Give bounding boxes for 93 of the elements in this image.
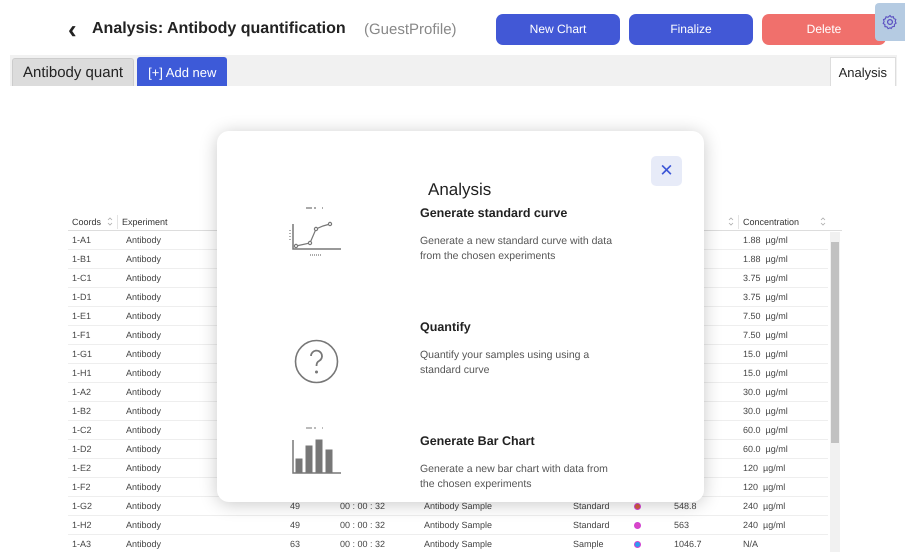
profile-label: (GuestProfile) <box>364 20 458 38</box>
table-cell-text: Antibody <box>125 330 162 340</box>
table-cell-text: 1-A2 <box>71 387 92 397</box>
table-cell-text: Antibody <box>125 406 162 416</box>
tab[interactable]: Antibody quant <box>12 58 134 86</box>
table-cell-text: 1-F2 <box>71 482 92 492</box>
table-cell-text: Antibody <box>125 520 162 530</box>
table-cell-text: Antibody <box>125 368 162 378</box>
table-cell-text: Antibody <box>125 235 162 245</box>
dialog-title: Analysis <box>428 180 492 200</box>
table-cell-text: Antibody <box>125 444 162 454</box>
tab[interactable]: Analysis <box>830 57 896 86</box>
table-cell-text: 1-H2 <box>71 520 93 530</box>
option-title[interactable]: Quantify <box>420 320 620 334</box>
table-cell-text: Antibody Sample <box>423 539 494 549</box>
table-cell-text: 1-A1 <box>71 235 92 245</box>
table-cell-text: Antibody <box>125 482 162 492</box>
table-cell-text: 7.50 µg/ml <box>742 330 789 340</box>
action-button[interactable]: Finalize <box>629 14 753 44</box>
sort-icon[interactable] <box>107 217 113 226</box>
table-cell-text: 60.0 µg/ml <box>742 444 789 454</box>
table-cell-text: Antibody <box>125 311 162 321</box>
sort-icon[interactable] <box>728 217 734 226</box>
table-cell-text: 15.0 µg/ml <box>742 349 789 359</box>
sort-icon[interactable] <box>820 217 826 226</box>
table-cell-text: Antibody <box>125 539 162 549</box>
table-cell-text: 1-G1 <box>71 349 94 359</box>
table-cell-text: 1-B1 <box>71 254 92 264</box>
table-cell-text: Antibody <box>125 501 162 511</box>
table-cell-text: 15.0 µg/ml <box>742 368 789 378</box>
table-cell-text: Antibody <box>125 254 162 264</box>
table-cell-text: 49 <box>289 501 302 511</box>
table-cell-text: 1-E1 <box>71 311 92 321</box>
table-cell-text: Antibody <box>125 463 162 473</box>
table-cell-text: 240 µg/ml <box>742 520 786 530</box>
table-cell-text: Antibody <box>125 292 162 302</box>
table-cell-text: 00 : 00 : 32 <box>339 501 386 511</box>
table-cell-text: Antibody <box>125 387 162 397</box>
table-cell-text: Antibody Sample <box>423 520 494 530</box>
table-cell-text: 7.50 µg/ml <box>742 311 789 321</box>
table-cell-text: 1.88 µg/ml <box>742 235 789 245</box>
option-description: Quantify your samples using using a standard curve <box>420 348 590 378</box>
action-button[interactable]: New Chart <box>496 14 620 44</box>
table-cell-text: Antibody <box>125 273 162 283</box>
table-cell-text: 240 µg/ml <box>742 501 786 511</box>
table-cell-text: Antibody Sample <box>423 501 494 511</box>
table-cell-text: 1-F1 <box>71 330 92 340</box>
settings-icon <box>882 14 898 30</box>
scrollbar[interactable] <box>830 232 840 552</box>
table-cell-text: 1-C2 <box>71 425 93 435</box>
table-cell-text: 30.0 µg/ml <box>742 387 789 397</box>
table-cell-text: Antibody <box>125 349 162 359</box>
settings-button[interactable] <box>875 3 905 41</box>
option-title[interactable]: Generate standard curve <box>420 206 620 220</box>
option-description: Generate a new standard curve with data from the chosen experiments <box>420 234 614 264</box>
page-title: Analysis: Antibody quantification <box>92 20 347 38</box>
table-cell-text: 1-D2 <box>71 444 93 454</box>
table-cell-text: Standard <box>572 520 611 530</box>
table-cell-text: 63 <box>289 539 302 549</box>
table-cell-text: 120 µg/ml <box>742 482 786 492</box>
table-cell-text: 49 <box>289 520 302 530</box>
tab[interactable]: [+] Add new <box>137 57 228 86</box>
table-cell-text: 1-E2 <box>71 463 92 473</box>
column-header: Experiment <box>122 216 168 226</box>
table-cell-text: 120 µg/ml <box>742 463 786 473</box>
close-button[interactable]: ✕ <box>651 156 682 186</box>
table-cell-text: 60.0 µg/ml <box>742 425 789 435</box>
table-cell-text: 1046.7 <box>673 539 703 549</box>
column-header: Concentration <box>743 216 800 226</box>
table-cell-text: 30.0 µg/ml <box>742 406 789 416</box>
table-cell-text: Sample <box>572 539 605 549</box>
table-cell-text: 548.8 <box>673 501 698 511</box>
table-cell-text: 1.88 µg/ml <box>742 254 789 264</box>
question-icon <box>294 339 338 384</box>
back-button[interactable]: ‹ <box>68 19 88 39</box>
option-title[interactable]: Generate Bar Chart <box>420 434 620 448</box>
table-cell-text: 00 : 00 : 32 <box>339 539 386 549</box>
option-description: Generate a new bar chart with data from the chosen experiments <box>420 462 609 492</box>
column-header: Coords <box>72 216 102 226</box>
line-chart-icon <box>288 206 344 258</box>
table-cell-text: 3.75 µg/ml <box>742 292 789 302</box>
table-cell-text: Antibody <box>125 425 162 435</box>
table-cell-text: 563 <box>673 520 690 530</box>
table-cell-text: 1-H1 <box>71 368 93 378</box>
table-cell-text: Standard <box>572 501 611 511</box>
table-cell-text: 1-D1 <box>71 292 93 302</box>
table-cell-text: 1-C1 <box>71 273 93 283</box>
table-cell-text: 1-G2 <box>71 501 94 511</box>
table-cell-text: 3.75 µg/ml <box>742 273 789 283</box>
table-cell-text: N/A <box>742 539 760 549</box>
table-cell-text: 1-B2 <box>71 406 92 416</box>
table-cell-text: 00 : 00 : 32 <box>339 520 386 530</box>
table-cell-text: 1-A3 <box>71 539 92 549</box>
